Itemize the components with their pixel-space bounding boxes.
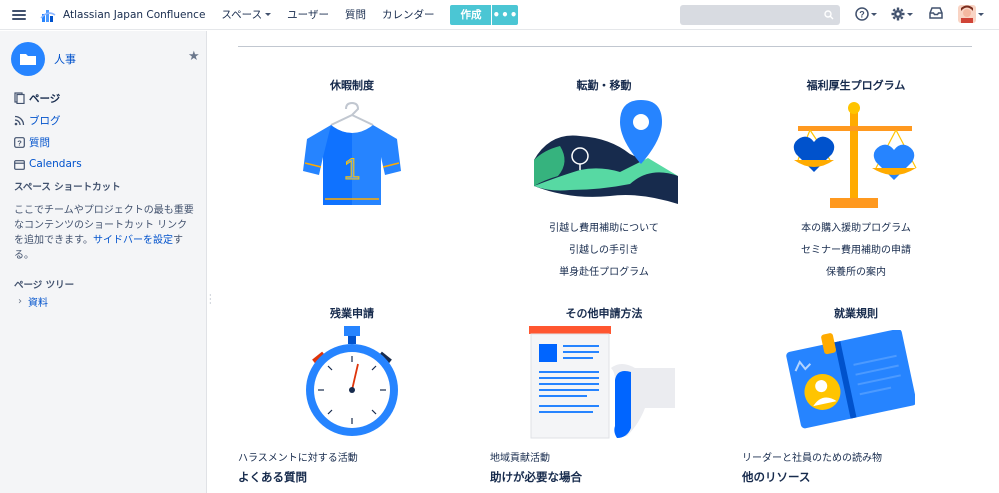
menu-icon[interactable] — [12, 9, 26, 20]
document-illustration-icon — [529, 326, 675, 439]
link-seminar-subsidy[interactable]: セミナー費用補助の申請 — [756, 241, 956, 256]
sidebar: 人事 ★ ページ ブログ ? 質問 Calendars スペース ショートカット… — [0, 31, 207, 493]
svg-text:?: ? — [859, 10, 865, 20]
card-title-overtime[interactable]: 残業申請 — [252, 305, 452, 321]
link-solo-assignment[interactable]: 単身赴任プログラム — [504, 263, 704, 278]
card-title-other-applications[interactable]: その他申請方法 — [504, 305, 704, 321]
id-badge-illustration-icon — [786, 330, 915, 429]
heading-faq: よくある質問 — [238, 470, 307, 484]
sidebar-item-calendars[interactable]: Calendars — [14, 153, 82, 175]
sidebar-resize-handle[interactable]: · · · — [209, 292, 212, 308]
help-button[interactable]: ? — [855, 7, 877, 21]
link-book-purchase[interactable]: 本の購入援助プログラム — [756, 219, 956, 234]
nav-questions[interactable]: 質問 — [345, 7, 366, 22]
sidebar-item-questions[interactable]: ? 質問 — [14, 131, 82, 153]
stopwatch-illustration-icon — [306, 326, 398, 436]
space-name[interactable]: 人事 — [54, 51, 76, 67]
map-illustration-icon — [534, 100, 678, 204]
page-tree-heading: ページ ツリー — [14, 280, 75, 291]
chevron-down-icon — [978, 12, 984, 16]
more-create-button[interactable]: ••• — [492, 4, 519, 25]
top-navigation: Atlassian Japan Confluence スペース ユーザー 質問 … — [0, 0, 999, 30]
content-divider — [238, 46, 972, 47]
link-community[interactable]: 地域貢献活動 — [490, 449, 550, 464]
calendar-icon — [14, 159, 25, 170]
link-moving-subsidy[interactable]: 引越し費用補助について — [504, 219, 704, 234]
sidebar-item-blog[interactable]: ブログ — [14, 109, 82, 131]
nav-calendar[interactable]: カレンダー — [382, 7, 435, 22]
sidebar-item-pages[interactable]: ページ — [14, 87, 82, 109]
search-input[interactable] — [680, 5, 840, 25]
scales-illustration-icon — [793, 102, 917, 208]
app-title[interactable]: Atlassian Japan Confluence — [63, 9, 205, 21]
question-icon: ? — [14, 136, 25, 148]
card-title-vacation[interactable]: 休暇制度 — [252, 77, 452, 93]
user-profile-button[interactable] — [958, 5, 984, 23]
inbox-icon — [929, 7, 943, 19]
sidebar-nav: ページ ブログ ? 質問 Calendars — [14, 87, 82, 175]
configure-sidebar-link[interactable]: サイドバーを設定 — [93, 235, 173, 246]
svg-text:1: 1 — [344, 153, 361, 186]
chevron-down-icon — [907, 12, 913, 16]
link-harassment[interactable]: ハラスメントに対する活動 — [238, 449, 358, 464]
create-button[interactable]: 作成 — [450, 4, 492, 25]
notifications-button[interactable] — [929, 7, 943, 19]
avatar — [958, 5, 976, 23]
link-resort-guide[interactable]: 保養所の案内 — [756, 263, 956, 278]
gear-icon — [891, 7, 905, 21]
nav-users[interactable]: ユーザー — [287, 7, 329, 22]
card-title-benefits[interactable]: 福利厚生プログラム — [756, 77, 956, 93]
heading-need-help: 助けが必要な場合 — [490, 470, 582, 484]
page-icon — [14, 92, 25, 104]
chevron-down-icon — [265, 13, 272, 16]
nav-spaces[interactable]: スペース — [221, 7, 272, 22]
tree-item[interactable]: › 資料 — [18, 294, 48, 309]
settings-button[interactable] — [891, 7, 913, 21]
chevron-right-icon[interactable]: › — [18, 296, 22, 307]
folder-icon — [20, 54, 36, 65]
star-icon[interactable]: ★ — [188, 49, 200, 64]
shortcuts-description: ここでチームやプロジェクトの最も重要なコンテンツのショートカット リンクを追加で… — [14, 205, 194, 261]
heading-other-resources: 他のリソース — [742, 470, 811, 484]
chevron-down-icon — [871, 12, 877, 16]
card-title-work-rules[interactable]: 就業規則 — [756, 305, 956, 321]
svg-text:?: ? — [17, 138, 22, 147]
jersey-illustration-icon: 1 — [303, 102, 401, 205]
shortcuts-heading: スペース ショートカット — [14, 182, 121, 193]
space-avatar[interactable] — [11, 42, 45, 76]
link-moving-guide[interactable]: 引越しの手引き — [504, 241, 704, 256]
help-icon: ? — [855, 7, 869, 21]
search-icon — [824, 10, 834, 20]
confluence-logo-icon[interactable] — [39, 6, 57, 24]
blog-icon — [14, 115, 25, 125]
link-leader-readings[interactable]: リーダーと社員のための読み物 — [742, 449, 882, 464]
card-title-transfer[interactable]: 転勤・移動 — [504, 77, 704, 93]
